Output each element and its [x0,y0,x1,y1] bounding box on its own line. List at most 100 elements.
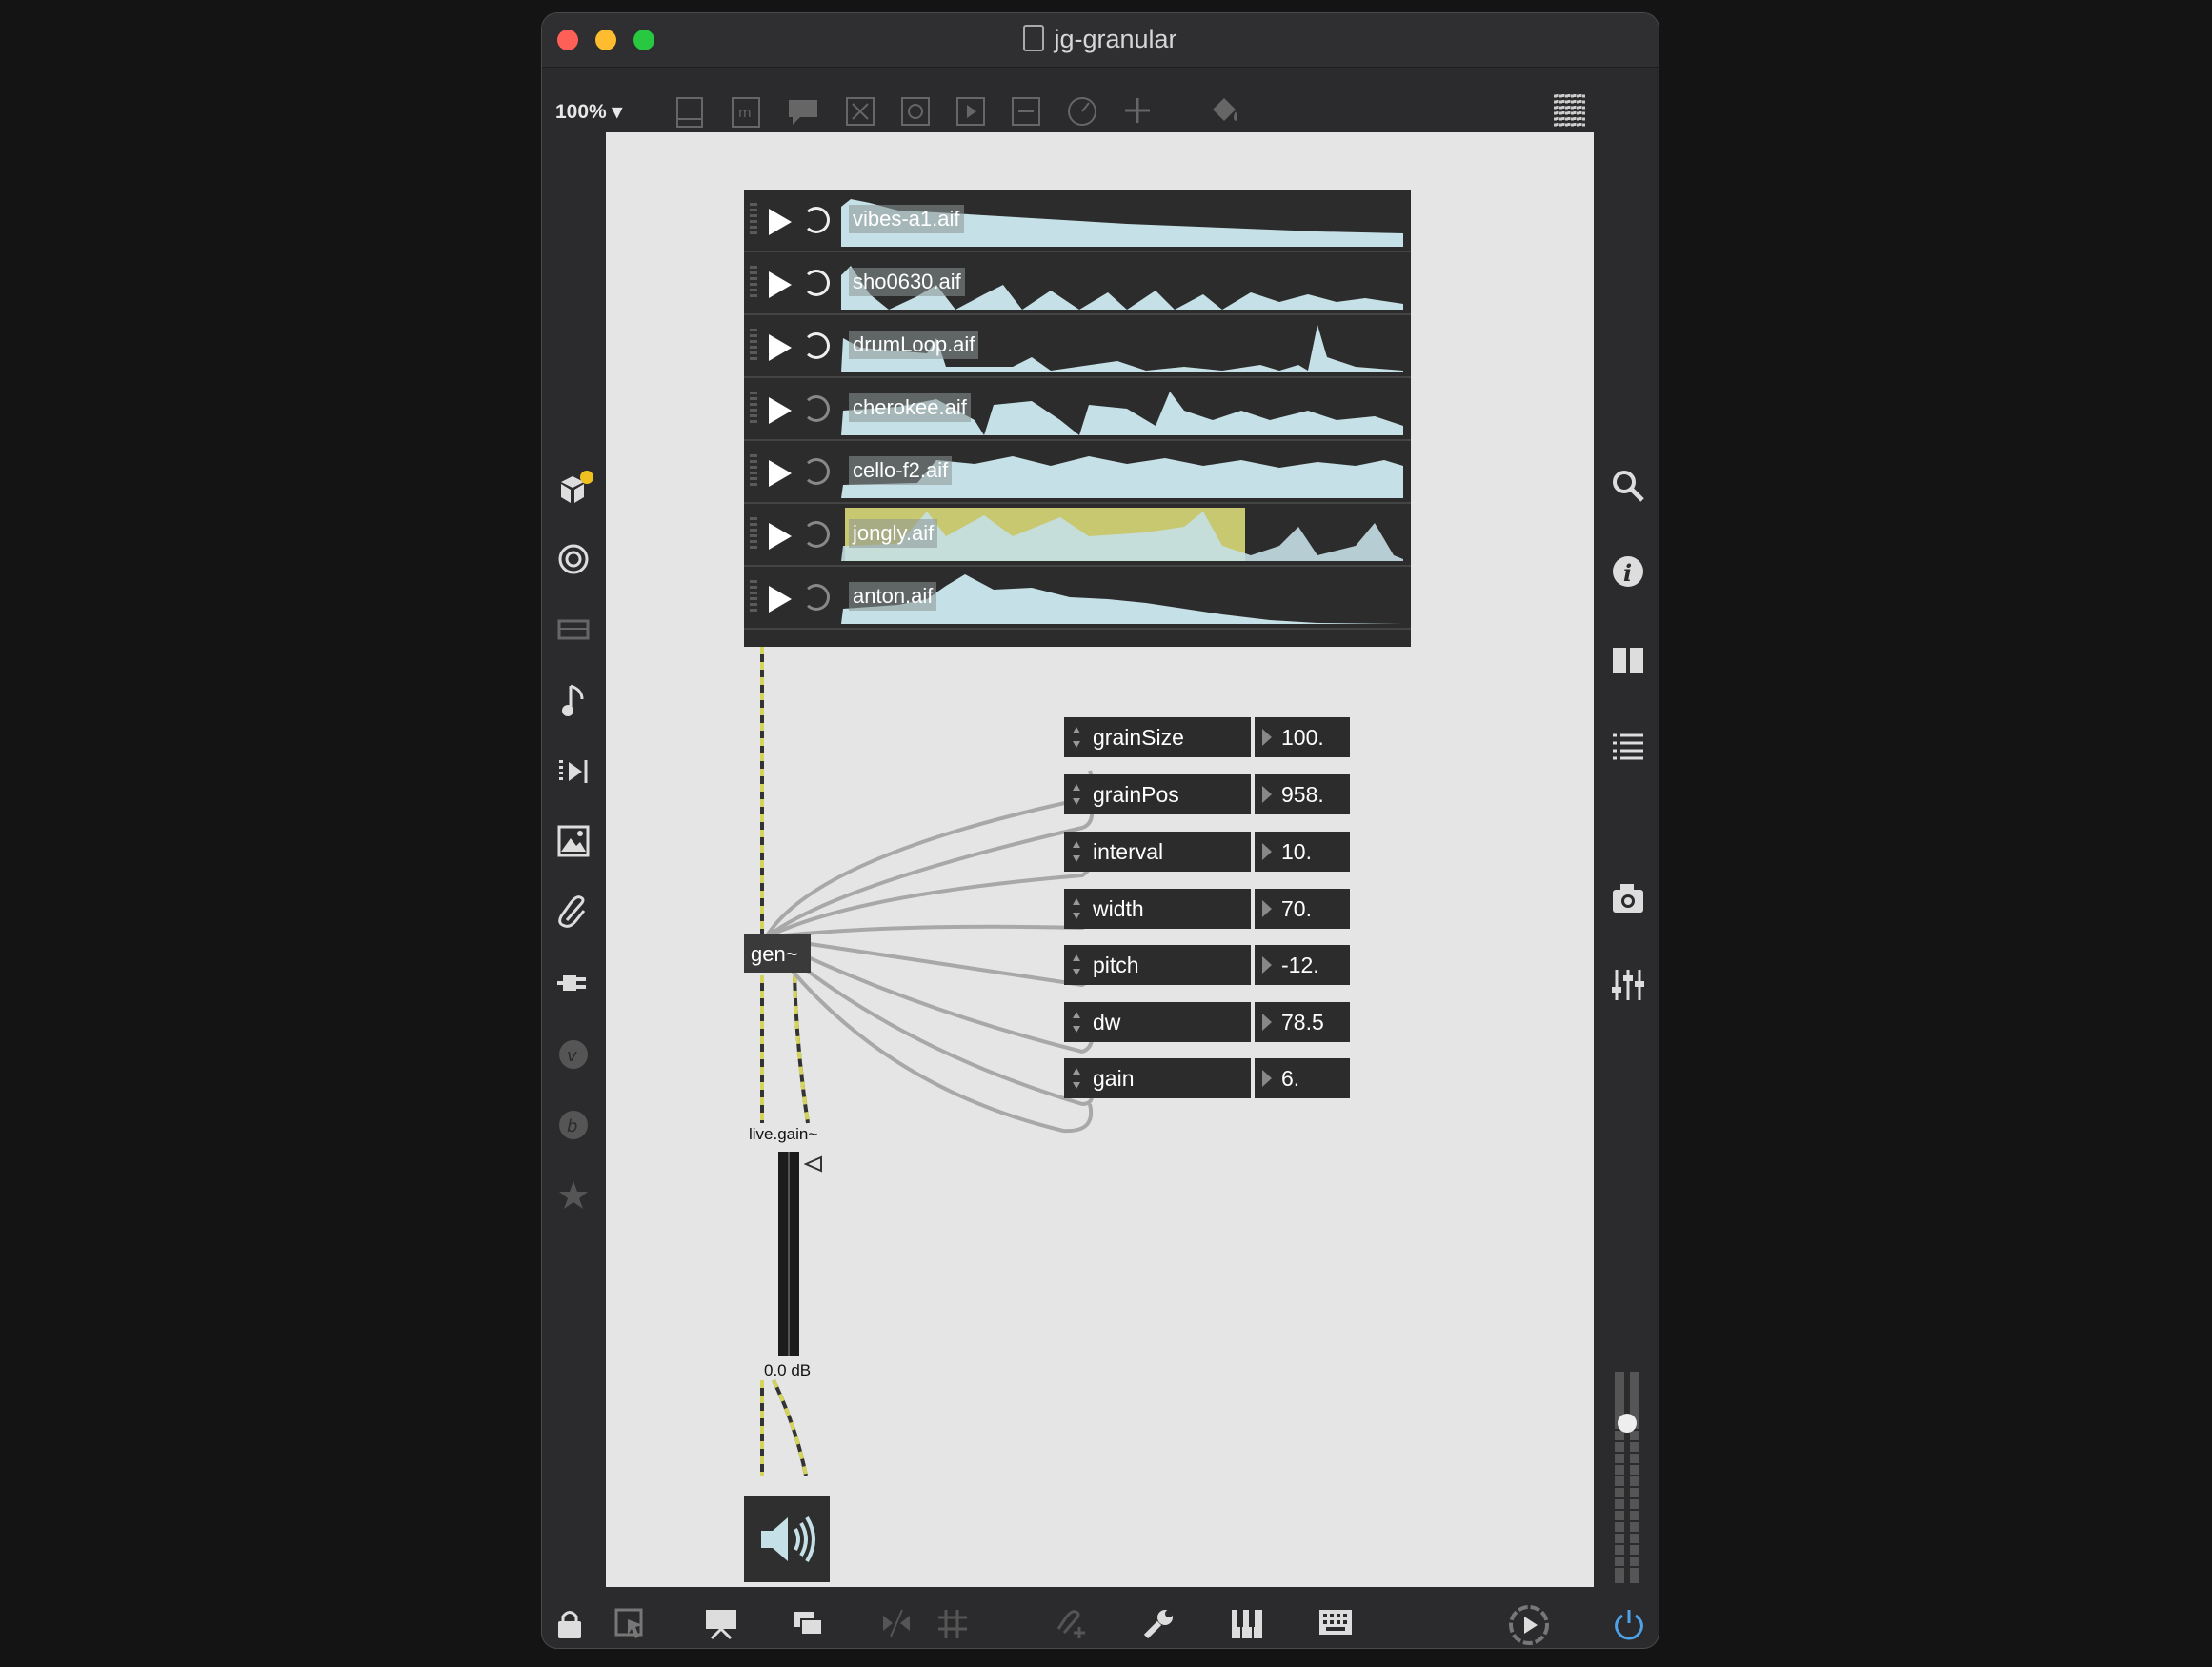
plug-icon[interactable] [555,968,592,998]
triangle-icon [1262,843,1272,860]
drag-handle-icon[interactable] [750,392,757,424]
play-icon[interactable] [769,523,792,550]
play-icon[interactable] [769,209,792,235]
snap-icon[interactable] [879,1608,914,1638]
svg-text:b: b [567,1116,577,1136]
play-icon[interactable] [769,334,792,361]
patcher-canvas[interactable]: vibes-a1.aif sho0630.aif drumLoop.aif ch… [606,132,1594,1587]
loop-icon[interactable] [803,207,830,233]
grid-toggle-icon[interactable] [936,1608,969,1640]
buffer-name: cherokee.aif [849,393,971,422]
mixer-icon[interactable] [1611,968,1645,1002]
list-item[interactable]: vibes-a1.aif [744,190,1411,252]
piano-icon[interactable] [1230,1608,1264,1640]
new-toggle-icon[interactable] [845,96,875,127]
new-comment-icon[interactable] [787,96,819,127]
dsp-power-icon[interactable] [1613,1608,1645,1640]
title-bar[interactable]: jg-granular [542,13,1659,68]
gen-object[interactable]: gen~ [744,934,811,973]
list-item[interactable]: anton.aif [744,567,1411,630]
list-icon[interactable] [1611,732,1645,762]
ezdac-object[interactable] [744,1496,830,1582]
number-box[interactable]: 958. [1281,782,1324,808]
info-icon[interactable]: i [1611,554,1645,589]
loop-icon[interactable] [803,584,830,611]
new-message-icon[interactable]: m [731,96,761,129]
list-item[interactable]: cherokee.aif [744,378,1411,441]
gain-meter[interactable] [778,1152,799,1356]
loop-icon[interactable] [803,458,830,485]
book-icon[interactable] [1611,646,1645,674]
bpatcher-icon[interactable]: b [557,1109,590,1141]
loop-icon[interactable] [803,521,830,548]
loop-icon[interactable] [803,332,830,359]
number-box[interactable]: 78.5 [1281,1010,1324,1035]
svg-text:i: i [1623,559,1632,587]
play-icon[interactable] [769,397,792,424]
list-item[interactable]: cello-f2.aif [744,441,1411,504]
target-icon[interactable] [557,543,590,575]
wrench-icon[interactable] [1142,1608,1175,1640]
lock-icon[interactable] [555,1608,584,1640]
play-icon[interactable] [769,271,792,298]
stepper-icon[interactable] [1072,1066,1081,1091]
grid-icon[interactable] [1550,90,1590,131]
buffer-name: cello-f2.aif [849,456,953,485]
patcher-window: jg-granular 100% ▾ m v b i vibes-a1.aif … [542,13,1659,1648]
star-icon[interactable] [557,1179,590,1212]
param-name: gain [1093,1066,1135,1091]
transport-play-icon[interactable] [1508,1604,1550,1646]
search-icon[interactable] [1611,469,1645,503]
triangle-icon [1262,729,1272,746]
number-box[interactable]: 100. [1281,725,1324,751]
vimeo-icon[interactable]: v [557,1038,590,1071]
music-note-icon[interactable] [561,684,586,718]
number-box[interactable]: 6. [1281,1066,1299,1092]
stepper-icon[interactable] [1072,725,1081,750]
snapshot-icon[interactable] [1611,882,1645,914]
stepper-icon[interactable] [1072,896,1081,921]
drag-handle-icon[interactable] [750,517,757,550]
drag-handle-icon[interactable] [750,203,757,235]
loop-icon[interactable] [803,395,830,422]
number-box[interactable]: -12. [1281,953,1319,978]
sequence-icon[interactable] [557,756,590,787]
zoom-menu[interactable]: 100% ▾ [555,100,622,124]
svg-text:v: v [567,1046,577,1066]
device-icon[interactable] [557,617,590,644]
volume-slider[interactable] [1609,1372,1647,1583]
presentation-icon[interactable] [704,1608,738,1640]
param-name: interval [1093,839,1164,864]
triangle-icon [1262,1070,1272,1087]
paint-bucket-icon[interactable] [1209,96,1241,125]
image-icon[interactable] [557,825,590,857]
loop-icon[interactable] [803,270,830,296]
drag-handle-icon[interactable] [750,454,757,487]
gain-pointer-icon[interactable] [804,1155,823,1173]
new-object-icon[interactable] [675,96,704,129]
drag-handle-icon[interactable] [750,580,757,613]
keyboard-icon[interactable] [1317,1608,1354,1638]
paperclip-icon[interactable] [557,895,590,930]
play-icon[interactable] [769,460,792,487]
number-box[interactable]: 10. [1281,839,1312,865]
play-icon[interactable] [769,586,792,613]
triangle-icon [1262,1014,1272,1031]
number-box[interactable]: 70. [1281,896,1312,922]
windows-icon[interactable] [792,1608,826,1638]
stepper-icon[interactable] [1072,1010,1081,1034]
stepper-icon[interactable] [1072,782,1081,807]
select-mode-icon[interactable] [614,1608,647,1640]
triangle-icon [1262,786,1272,803]
drag-handle-icon[interactable] [750,266,757,298]
new-button-icon[interactable] [900,96,931,127]
stepper-icon[interactable] [1072,953,1081,977]
polybuffer-panel[interactable]: vibes-a1.aif sho0630.aif drumLoop.aif ch… [744,190,1411,647]
packages-icon[interactable] [555,471,593,509]
stepper-icon[interactable] [1072,839,1081,864]
drag-handle-icon[interactable] [750,329,757,361]
list-item[interactable]: sho0630.aif [744,252,1411,315]
list-item[interactable]: jongly.aif [744,504,1411,567]
add-attachment-icon[interactable] [1055,1608,1089,1640]
list-item[interactable]: drumLoop.aif [744,315,1411,378]
